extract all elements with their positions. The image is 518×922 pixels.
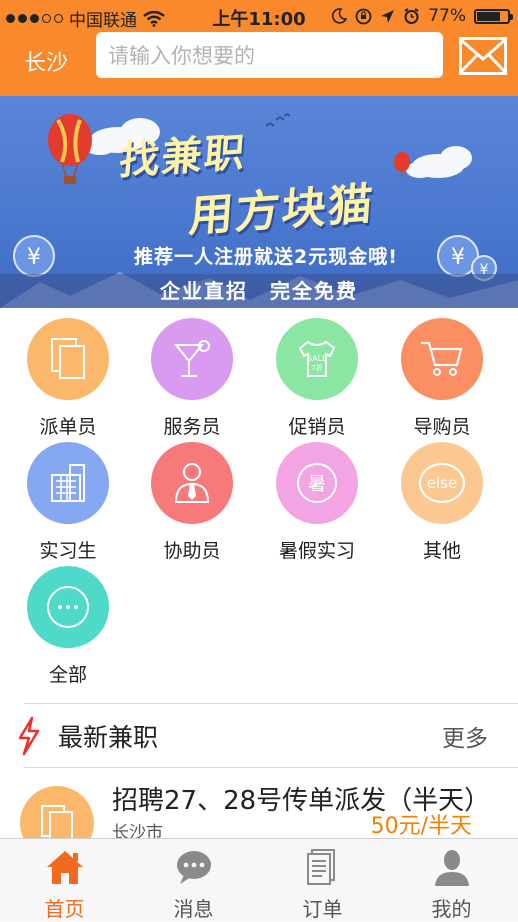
category-label: 暑假实习 <box>278 540 355 562</box>
tab-home[interactable]: 首页 <box>0 839 129 921</box>
app-header: 长沙 请输入你想要的 <box>0 32 518 96</box>
job-price: 50元/半天 <box>370 814 472 838</box>
home-icon <box>46 851 83 884</box>
shopping-cart-icon <box>401 318 483 400</box>
category-waiter[interactable]: 服务员 <box>130 308 254 438</box>
cocktail-icon <box>151 318 233 400</box>
category-shopping-guide[interactable]: 导购员 <box>380 308 504 438</box>
status-bar: 中国联通 上午11:00 77% <box>0 0 518 32</box>
lightning-icon <box>18 716 40 756</box>
svg-text:¥: ¥ <box>27 245 41 270</box>
job-thumbnail-icon <box>20 786 94 838</box>
tab-bar: 首页 消息 订单 我的 <box>0 838 518 921</box>
category-label: 协助员 <box>163 540 221 562</box>
battery-percent: 77% <box>428 6 466 26</box>
more-dots-icon <box>27 566 109 648</box>
profile-icon <box>434 850 469 886</box>
more-link[interactable]: 更多 <box>442 719 488 753</box>
envelope-icon[interactable] <box>459 37 507 75</box>
search-input[interactable]: 请输入你想要的 <box>96 32 443 78</box>
flyer-icon <box>27 318 109 400</box>
latest-jobs-header: 最新兼职 更多 <box>0 704 518 766</box>
tab-label: 我的 <box>431 897 472 921</box>
sale-shirt-icon: SALE 7折 <box>276 318 358 400</box>
job-city: 长沙市 <box>112 823 163 838</box>
category-promoter[interactable]: SALE 7折 促销员 <box>255 308 379 438</box>
message-icon <box>176 851 211 884</box>
tab-profile[interactable]: 我的 <box>387 839 516 921</box>
banner-headline-1: 找兼职 <box>117 129 248 185</box>
category-intern[interactable]: 实习生 <box>6 432 130 562</box>
tab-messages[interactable]: 消息 <box>129 839 258 921</box>
city-selector[interactable]: 长沙 <box>24 45 68 77</box>
battery-icon <box>474 8 513 24</box>
category-other[interactable]: else 其他 <box>380 432 504 562</box>
svg-text:SALE: SALE <box>307 354 327 363</box>
section-title: 最新兼职 <box>58 723 159 752</box>
order-icon <box>306 849 335 885</box>
hot-air-balloon-icon <box>48 114 92 184</box>
tab-label: 订单 <box>302 897 343 921</box>
rotation-lock-icon <box>355 8 372 24</box>
alarm-icon <box>404 7 419 24</box>
tab-orders[interactable]: 订单 <box>258 839 387 921</box>
category-summer-intern[interactable]: 暑 暑假实习 <box>255 432 379 562</box>
svg-text:¥: ¥ <box>451 245 465 270</box>
promo-banner[interactable]: ¥ ¥ ¥ 找兼职 用方块猫 推荐一人注册就送2元现金哦! 企业直招 完全免费 <box>0 96 518 308</box>
person-tie-icon <box>151 442 233 524</box>
tab-label: 首页 <box>44 897 85 921</box>
category-assistant[interactable]: 协助员 <box>130 432 254 562</box>
building-icon <box>27 442 109 524</box>
else-icon: else <box>401 442 483 524</box>
svg-text:7折: 7折 <box>311 363 322 372</box>
category-flyer[interactable]: 派单员 <box>6 308 130 438</box>
banner-promo-text: 推荐一人注册就送2元现金哦! <box>134 246 398 268</box>
category-all[interactable]: 全部 <box>6 556 130 686</box>
moon-icon <box>332 8 348 24</box>
banner-slogan: 企业直招 完全免费 <box>160 279 358 303</box>
tab-label: 消息 <box>173 897 214 921</box>
category-label: 全部 <box>48 664 87 686</box>
banner-headline-2: 用方块猫 <box>187 178 377 243</box>
location-arrow-icon <box>381 9 395 23</box>
job-list-item[interactable]: 招聘27、28号传单派发（半天） 长沙市 50元/半天 <box>0 768 518 838</box>
summer-icon: 暑 <box>276 442 358 524</box>
category-label: 其他 <box>422 540 461 562</box>
